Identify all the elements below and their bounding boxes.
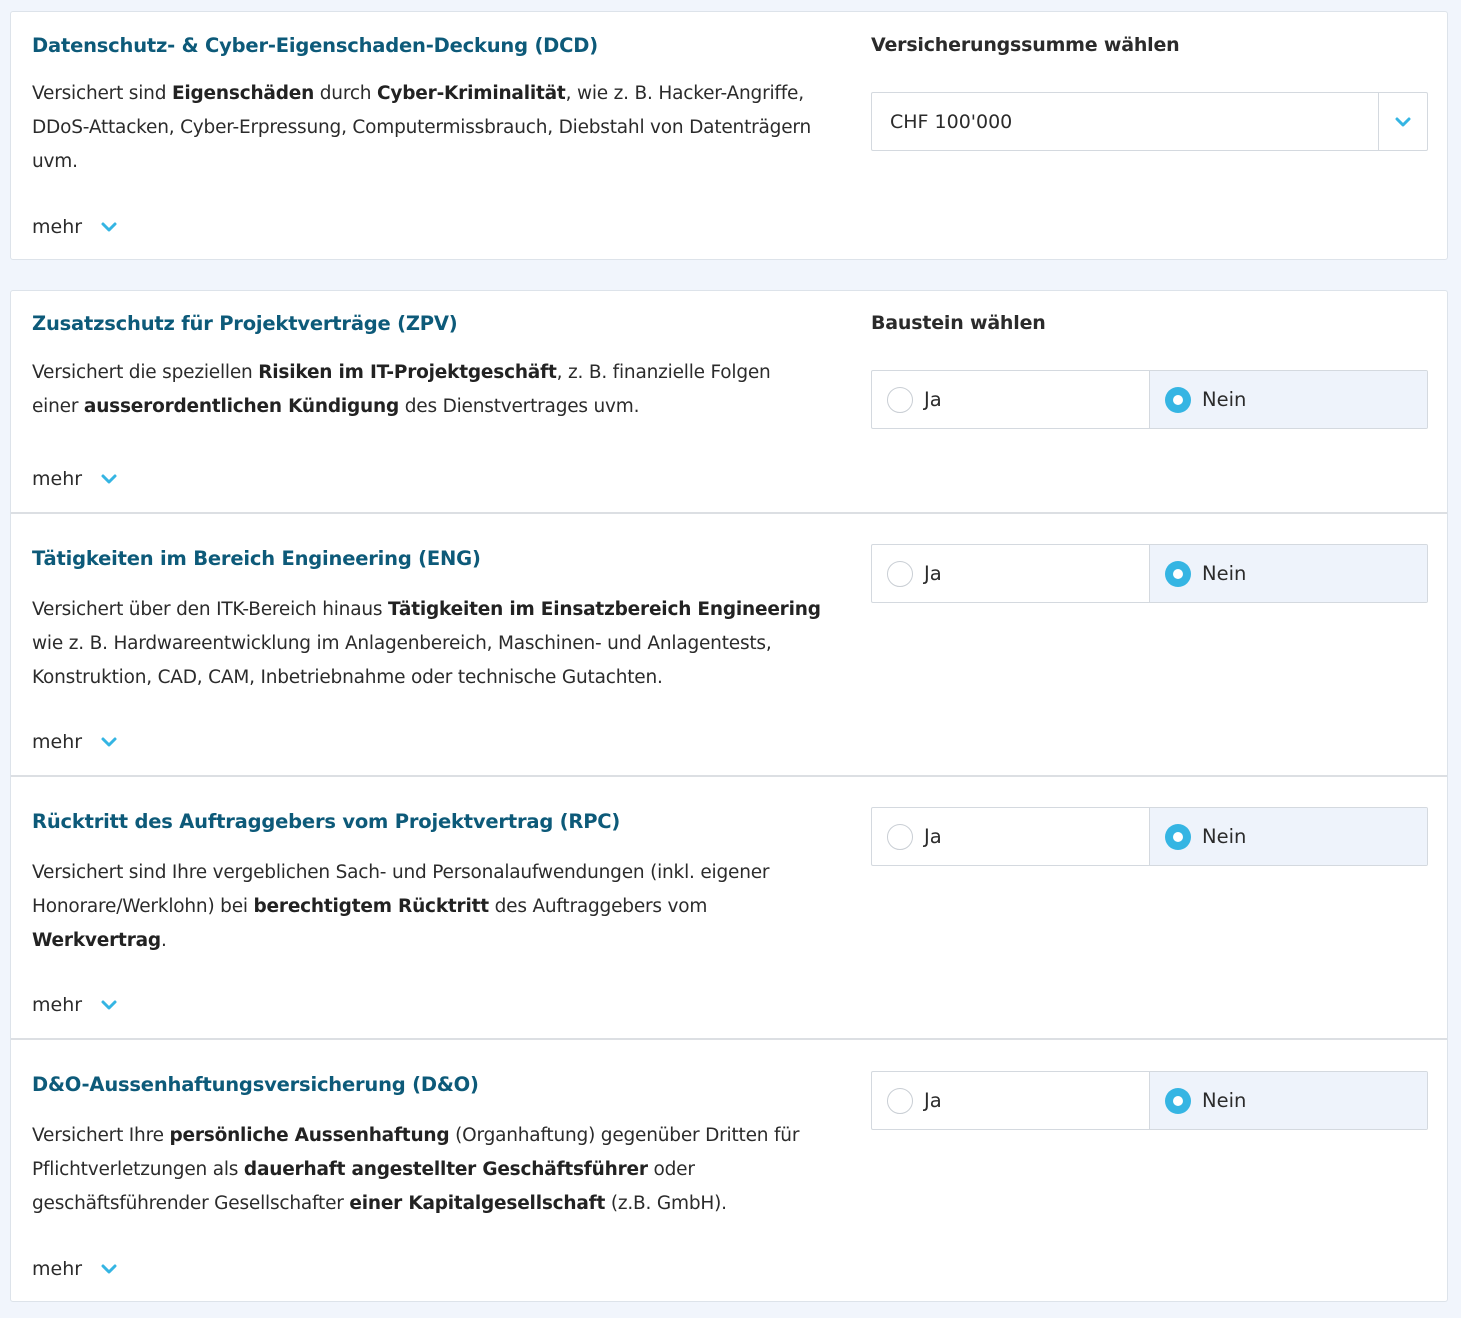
radio-selected-icon xyxy=(1165,823,1191,850)
zpv-section: Zusatzschutz für Projektverträge (ZPV) V… xyxy=(11,291,1447,512)
modules-card: Zusatzschutz für Projektverträge (ZPV) V… xyxy=(10,290,1448,1302)
dno-option-no[interactable]: Nein xyxy=(1149,1072,1427,1129)
radio-unselected-icon xyxy=(887,1087,913,1114)
option-label: Nein xyxy=(1202,562,1247,585)
more-label: mehr xyxy=(32,468,83,490)
chevron-down-icon xyxy=(101,1264,117,1274)
zpv-description: Versichert die speziellen Risiken im IT-… xyxy=(32,362,771,417)
rpc-title: Rücktritt des Auftraggebers vom Projektv… xyxy=(32,810,621,833)
option-label: Ja xyxy=(924,562,942,585)
radio-unselected-icon xyxy=(887,560,913,587)
zpv-option-no[interactable]: Nein xyxy=(1149,371,1427,428)
zpv-more-toggle[interactable]: mehr xyxy=(32,468,118,490)
radio-unselected-icon xyxy=(887,386,913,413)
eng-radio-group: Ja Nein xyxy=(871,544,1428,603)
sum-select-label: Versicherungssumme wählen xyxy=(871,34,1180,56)
option-label: Ja xyxy=(924,388,942,411)
chevron-down-icon xyxy=(101,737,117,747)
rpc-section: Rücktritt des Auftraggebers vom Projektv… xyxy=(11,775,1447,1038)
eng-section: Tätigkeiten im Bereich Engineering (ENG)… xyxy=(11,512,1447,775)
option-label: Nein xyxy=(1202,388,1247,411)
eng-title: Tätigkeiten im Bereich Engineering (ENG) xyxy=(32,547,481,570)
rpc-radio-group: Ja Nein xyxy=(871,807,1428,866)
zpv-option-yes[interactable]: Ja xyxy=(872,371,1149,428)
more-label: mehr xyxy=(32,1258,83,1280)
chevron-down-icon xyxy=(101,222,117,232)
option-label: Ja xyxy=(924,1089,942,1112)
dcd-card: Datenschutz- & Cyber-Eigenschaden-Deckun… xyxy=(10,11,1448,260)
eng-option-no[interactable]: Nein xyxy=(1149,545,1427,602)
dno-radio-group: Ja Nein xyxy=(871,1071,1428,1130)
dno-option-yes[interactable]: Ja xyxy=(872,1072,1149,1129)
dcd-title: Datenschutz- & Cyber-Eigenschaden-Deckun… xyxy=(32,34,598,57)
radio-unselected-icon xyxy=(887,823,913,850)
eng-description: Versichert über den ITK-Bereich hinaus T… xyxy=(32,599,821,688)
option-label: Nein xyxy=(1202,1089,1247,1112)
dno-description: Versichert Ihre persönliche Aussenhaftun… xyxy=(32,1125,800,1214)
select-dropdown-button[interactable] xyxy=(1378,93,1427,150)
eng-more-toggle[interactable]: mehr xyxy=(32,731,118,753)
option-label: Nein xyxy=(1202,825,1247,848)
rpc-description: Versichert sind Ihre vergeblichen Sach- … xyxy=(32,862,770,951)
dno-title: D&O-Aussenhaftungsversicherung (D&O) xyxy=(32,1073,479,1096)
rpc-option-no[interactable]: Nein xyxy=(1149,808,1427,865)
more-label: mehr xyxy=(32,731,83,753)
dcd-description: Versichert sind Eigenschäden durch Cyber… xyxy=(32,83,812,172)
radio-selected-icon xyxy=(1165,1087,1191,1114)
option-label: Ja xyxy=(924,825,942,848)
rpc-option-yes[interactable]: Ja xyxy=(872,808,1149,865)
insurance-sum-value: CHF 100'000 xyxy=(890,110,1013,133)
more-label: mehr xyxy=(32,994,83,1016)
more-label: mehr xyxy=(32,216,83,238)
chevron-down-icon xyxy=(1395,117,1411,126)
rpc-more-toggle[interactable]: mehr xyxy=(32,994,118,1016)
module-select-label: Baustein wählen xyxy=(871,312,1046,334)
insurance-sum-select[interactable]: CHF 100'000 xyxy=(871,92,1428,151)
radio-selected-icon xyxy=(1165,560,1191,587)
zpv-title: Zusatzschutz für Projektverträge (ZPV) xyxy=(32,312,458,335)
dno-more-toggle[interactable]: mehr xyxy=(32,1258,118,1280)
chevron-down-icon xyxy=(101,1000,117,1010)
radio-selected-icon xyxy=(1165,386,1191,413)
dcd-more-toggle[interactable]: mehr xyxy=(32,216,118,238)
chevron-down-icon xyxy=(101,474,117,484)
eng-option-yes[interactable]: Ja xyxy=(872,545,1149,602)
dno-section: D&O-Aussenhaftungsversicherung (D&O) Ver… xyxy=(11,1038,1447,1303)
zpv-radio-group: Ja Nein xyxy=(871,370,1428,429)
